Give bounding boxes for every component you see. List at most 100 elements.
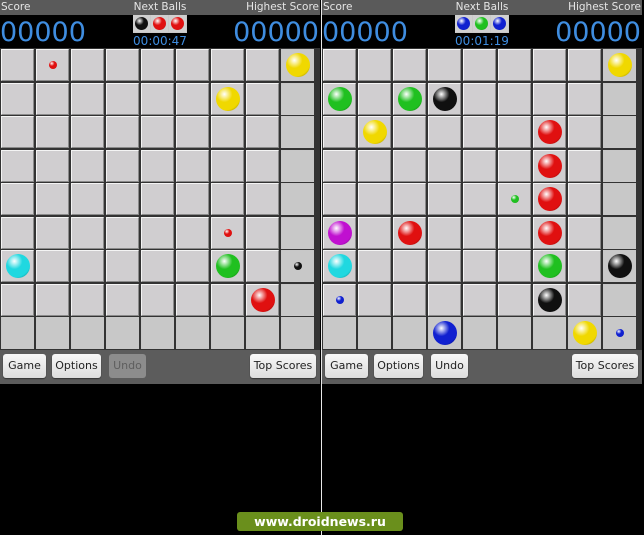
board-cell[interactable] xyxy=(36,49,69,81)
board-cell[interactable] xyxy=(463,217,496,249)
red-ball-small[interactable] xyxy=(49,61,57,69)
board-cell[interactable] xyxy=(603,284,636,316)
board-cell[interactable] xyxy=(176,284,209,316)
blue-ball-small[interactable] xyxy=(616,329,624,337)
game-board[interactable] xyxy=(0,48,320,350)
board-cell[interactable] xyxy=(36,284,69,316)
yellow-ball-big[interactable] xyxy=(573,321,597,345)
black-ball-small[interactable] xyxy=(294,262,302,270)
board-cell[interactable] xyxy=(211,183,244,215)
red-ball-big[interactable] xyxy=(538,120,562,144)
board-cell[interactable] xyxy=(71,284,104,316)
board-cell[interactable] xyxy=(603,116,636,148)
board-cell[interactable] xyxy=(1,250,34,282)
board-cell[interactable] xyxy=(71,83,104,115)
board-cell[interactable] xyxy=(281,116,314,148)
board-cell[interactable] xyxy=(141,284,174,316)
board-cell[interactable] xyxy=(463,116,496,148)
board-cell[interactable] xyxy=(393,183,426,215)
board-cell[interactable] xyxy=(176,250,209,282)
board-cell[interactable] xyxy=(281,83,314,115)
game-button[interactable]: Game xyxy=(325,354,368,378)
board-cell[interactable] xyxy=(463,317,496,349)
board-cell[interactable] xyxy=(246,317,279,349)
board-cell[interactable] xyxy=(176,217,209,249)
board-cell[interactable] xyxy=(568,317,601,349)
board-cell[interactable] xyxy=(498,49,531,81)
board-cell[interactable] xyxy=(498,217,531,249)
red-ball-small[interactable] xyxy=(224,229,232,237)
board-cell[interactable] xyxy=(358,317,391,349)
board-cell[interactable] xyxy=(358,116,391,148)
board-cell[interactable] xyxy=(323,217,356,249)
board-cell[interactable] xyxy=(568,217,601,249)
board-cell[interactable] xyxy=(176,49,209,81)
board-cell[interactable] xyxy=(463,183,496,215)
board-cell[interactable] xyxy=(1,183,34,215)
magenta-ball-big[interactable] xyxy=(328,221,352,245)
board-cell[interactable] xyxy=(533,49,566,81)
board-cell[interactable] xyxy=(71,250,104,282)
board-cell[interactable] xyxy=(246,183,279,215)
yellow-ball-big[interactable] xyxy=(363,120,387,144)
cyan-ball-big[interactable] xyxy=(6,254,30,278)
yellow-ball-big[interactable] xyxy=(608,53,632,77)
blue-ball-big[interactable] xyxy=(433,321,457,345)
green-ball-big[interactable] xyxy=(328,87,352,111)
board-cell[interactable] xyxy=(323,250,356,282)
board-cell[interactable] xyxy=(428,116,461,148)
board-cell[interactable] xyxy=(36,250,69,282)
board-cell[interactable] xyxy=(463,250,496,282)
board-cell[interactable] xyxy=(106,116,139,148)
red-ball-big[interactable] xyxy=(251,288,275,312)
board-cell[interactable] xyxy=(498,183,531,215)
board-cell[interactable] xyxy=(428,317,461,349)
board-cell[interactable] xyxy=(533,250,566,282)
board-cell[interactable] xyxy=(71,150,104,182)
board-cell[interactable] xyxy=(211,250,244,282)
board-cell[interactable] xyxy=(358,284,391,316)
board-cell[interactable] xyxy=(428,150,461,182)
board-cell[interactable] xyxy=(463,150,496,182)
board-cell[interactable] xyxy=(106,284,139,316)
board-cell[interactable] xyxy=(358,250,391,282)
board-cell[interactable] xyxy=(71,49,104,81)
board-cell[interactable] xyxy=(141,250,174,282)
options-button[interactable]: Options xyxy=(52,354,101,378)
board-cell[interactable] xyxy=(106,317,139,349)
board-cell[interactable] xyxy=(36,83,69,115)
board-cell[interactable] xyxy=(176,317,209,349)
board-cell[interactable] xyxy=(603,250,636,282)
board-cell[interactable] xyxy=(1,150,34,182)
board-cell[interactable] xyxy=(323,49,356,81)
board-cell[interactable] xyxy=(176,183,209,215)
board-cell[interactable] xyxy=(246,284,279,316)
board-cell[interactable] xyxy=(428,217,461,249)
board-cell[interactable] xyxy=(358,183,391,215)
board-cell[interactable] xyxy=(176,150,209,182)
board-cell[interactable] xyxy=(533,116,566,148)
board-cell[interactable] xyxy=(498,83,531,115)
board-cell[interactable] xyxy=(281,284,314,316)
red-ball-big[interactable] xyxy=(538,221,562,245)
board-cell[interactable] xyxy=(281,317,314,349)
board-cell[interactable] xyxy=(281,217,314,249)
board-cell[interactable] xyxy=(141,83,174,115)
board-cell[interactable] xyxy=(568,116,601,148)
board-cell[interactable] xyxy=(428,83,461,115)
board-cell[interactable] xyxy=(211,150,244,182)
green-ball-big[interactable] xyxy=(538,254,562,278)
board-cell[interactable] xyxy=(568,250,601,282)
board-cell[interactable] xyxy=(498,284,531,316)
board-cell[interactable] xyxy=(603,183,636,215)
board-cell[interactable] xyxy=(141,116,174,148)
board-cell[interactable] xyxy=(393,284,426,316)
board-cell[interactable] xyxy=(393,317,426,349)
board-cell[interactable] xyxy=(568,183,601,215)
board-cell[interactable] xyxy=(36,183,69,215)
board-cell[interactable] xyxy=(1,284,34,316)
board-cell[interactable] xyxy=(141,217,174,249)
board-cell[interactable] xyxy=(141,150,174,182)
board-cell[interactable] xyxy=(106,217,139,249)
board-cell[interactable] xyxy=(141,183,174,215)
